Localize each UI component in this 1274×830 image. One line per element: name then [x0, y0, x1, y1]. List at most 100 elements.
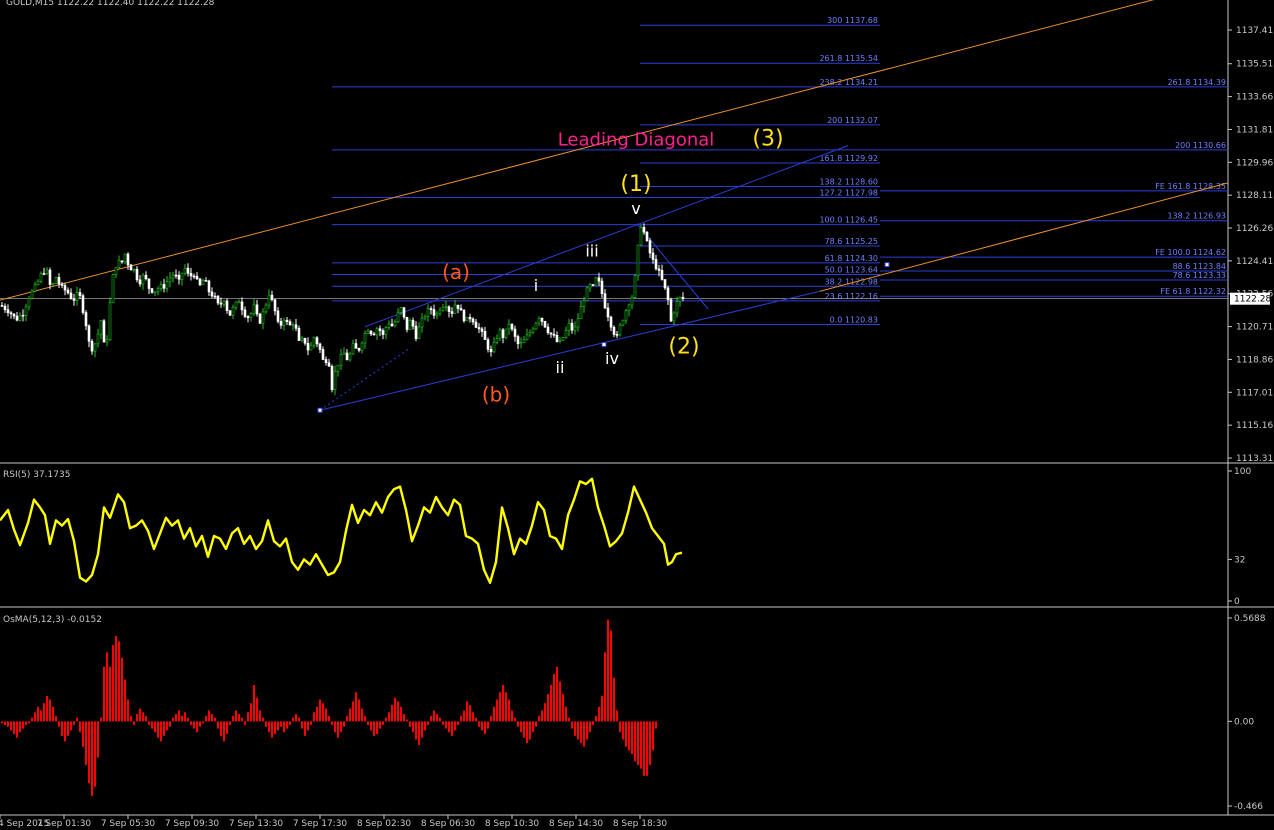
- candle-body: [396, 312, 400, 323]
- fib-level-label: 138.2 1126.93: [1167, 212, 1226, 221]
- osma-bar: [448, 721, 450, 733]
- osma-bar: [364, 715, 366, 722]
- candle-body: [477, 327, 481, 330]
- candle-body: [339, 354, 343, 366]
- time-tick-label: 7 Sep 05:30: [101, 819, 156, 829]
- osma-bar: [370, 721, 372, 731]
- osma-bar: [622, 721, 624, 740]
- candle-body: [24, 306, 28, 316]
- candle-body: [570, 322, 574, 331]
- osma-bar: [37, 706, 39, 722]
- candle-body: [567, 322, 571, 331]
- osma-bar: [223, 721, 225, 742]
- osma-bar: [160, 721, 162, 742]
- osma-bar: [88, 721, 90, 784]
- osma-bar: [385, 717, 387, 722]
- osma-bar: [499, 692, 501, 722]
- osma-bar: [304, 721, 306, 736]
- candle-body: [408, 320, 412, 330]
- osma-bar: [196, 721, 198, 733]
- osma-bar: [115, 635, 117, 722]
- osma-bar: [250, 703, 252, 722]
- candle-body: [60, 283, 64, 286]
- osma-bar: [55, 715, 57, 722]
- osma-bar: [187, 717, 189, 722]
- price-tick-label: 1126.26: [1236, 224, 1273, 234]
- osma-bar: [544, 703, 546, 722]
- candle-body: [96, 333, 100, 345]
- osma-bar: [496, 699, 498, 722]
- candle-body: [219, 302, 223, 305]
- osma-bar: [562, 694, 564, 722]
- candle-body: [507, 324, 511, 330]
- osma-bar: [232, 715, 234, 722]
- candle-body: [231, 307, 235, 316]
- candle-body: [381, 330, 385, 335]
- osma-bar: [520, 721, 522, 733]
- time-tick-label: 8 Sep 02:30: [357, 819, 412, 829]
- osma-bar: [76, 717, 78, 722]
- price-tick-label: 1128.11: [1236, 191, 1273, 201]
- osma-bar: [589, 721, 591, 733]
- candle-body: [198, 278, 202, 286]
- osma-bar: [154, 721, 156, 733]
- osma-bar: [61, 721, 63, 736]
- fib-level-label: 100.0 1126.45: [819, 216, 878, 225]
- time-tick-label: 8 Sep 06:30: [421, 819, 476, 829]
- candle-body: [537, 317, 541, 324]
- osma-bar: [517, 721, 519, 727]
- fib-level-label: 300 1137.68: [827, 16, 878, 25]
- candle-body: [558, 339, 562, 342]
- osma-title: OsMA(5,12,3) -0.0152: [3, 615, 102, 625]
- candle-body: [504, 328, 508, 338]
- price-tick-label: 1120.71: [1236, 323, 1273, 333]
- candle-body: [588, 284, 592, 289]
- osma-bar: [268, 721, 270, 733]
- osma-bar: [214, 717, 216, 722]
- candle-body: [387, 323, 391, 328]
- osma-bar: [481, 721, 483, 731]
- osma-bar: [598, 706, 600, 722]
- candle-body: [15, 315, 19, 321]
- wave-label: (2): [668, 334, 699, 359]
- candle-body: [27, 298, 31, 308]
- osma-bar: [397, 701, 399, 722]
- candle-body: [414, 325, 418, 339]
- candle-body: [48, 269, 52, 285]
- anchor-right: [884, 262, 890, 268]
- candle-body: [336, 364, 340, 372]
- candle-body: [180, 272, 184, 280]
- osma-bar: [376, 721, 378, 735]
- osma-bar: [418, 721, 420, 745]
- osma-bar: [583, 721, 585, 747]
- osma-bar: [277, 721, 279, 731]
- osma-bar: [283, 721, 285, 733]
- osma-bar: [394, 697, 396, 722]
- candle-body: [621, 319, 625, 326]
- anchor-low: [317, 407, 323, 413]
- osma-bar: [379, 721, 381, 729]
- osma-bar: [28, 721, 30, 724]
- time-tick-label: 7 Sep 13:30: [229, 819, 284, 829]
- candle-body: [549, 332, 553, 335]
- candle-body: [51, 283, 55, 285]
- osma-bar: [547, 694, 549, 722]
- candle-body: [312, 337, 316, 346]
- candle-body: [423, 316, 427, 319]
- osma-bar: [190, 721, 192, 725]
- osma-bar: [568, 717, 570, 722]
- osma-tick-label: 0.00: [1234, 717, 1254, 727]
- candle-body: [222, 300, 226, 305]
- price-tick-label: 1115.16: [1236, 421, 1273, 431]
- osma-bar: [67, 721, 69, 736]
- osma-bar: [82, 721, 84, 747]
- candle-body: [405, 316, 409, 330]
- candle-body: [462, 309, 466, 322]
- osma-bar: [220, 721, 222, 736]
- candle-body: [555, 334, 559, 342]
- osma-bar: [649, 721, 651, 765]
- candle-body: [465, 316, 469, 322]
- candle-body: [183, 267, 187, 274]
- osma-bar: [466, 701, 468, 722]
- osma-bar: [217, 721, 219, 729]
